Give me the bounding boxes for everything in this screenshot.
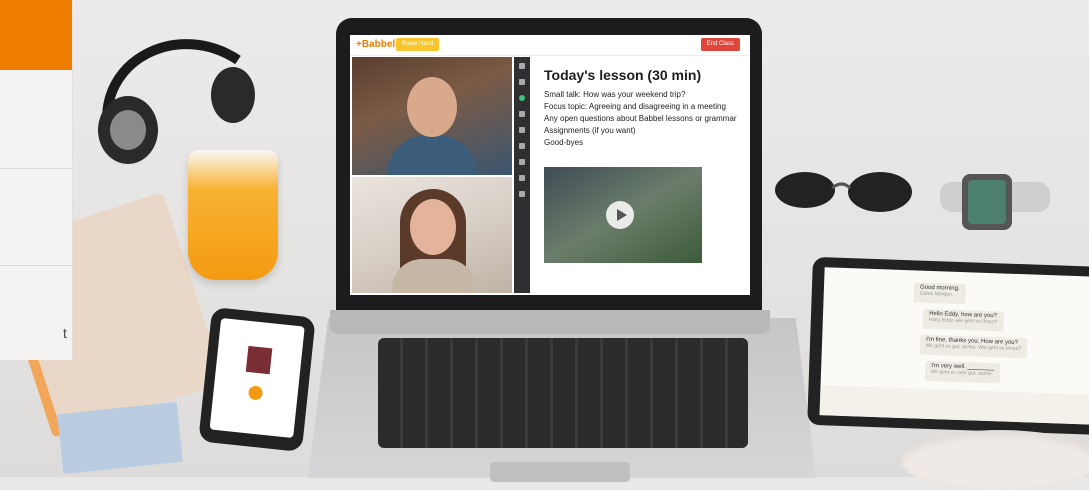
agenda-item: Good-byes (544, 138, 584, 147)
phone-record-button[interactable] (247, 385, 264, 401)
coffee-cup (900, 430, 1089, 490)
tutor-video (352, 57, 512, 175)
raise-hand-button[interactable]: Raise Hand (396, 38, 440, 51)
student-video (352, 177, 512, 293)
end-class-button[interactable]: End Class (700, 38, 740, 51)
app-topbar: +Babbel Raise Hand End Class (350, 35, 750, 56)
pen-icon[interactable] (519, 111, 525, 117)
agenda-item: Any open questions about Babbel lessons … (544, 114, 737, 123)
brush-icon[interactable] (519, 175, 525, 181)
lesson-title: Today's lesson (30 min) (544, 67, 702, 83)
camera-icon[interactable] (519, 191, 525, 197)
circle-icon[interactable] (519, 95, 525, 101)
side-panel: t (0, 0, 73, 360)
chat-message: I'm fine, thanks you. How are you? Mir ge… (919, 334, 1028, 359)
chat-message: Hello Eddy, how are you? Hallo Eddy, wie … (922, 308, 1004, 332)
tablet-screen: Good morning. Guten Morgen. Hello Eddy, h… (819, 267, 1089, 425)
headphones-icon (98, 39, 255, 164)
sunglasses-icon (775, 172, 912, 212)
agenda-item: Focus topic: Agreeing and disagreeing in… (544, 102, 726, 111)
lesson-content: Today's lesson (30 min) Small talk: How … (544, 67, 750, 149)
smartphone (198, 306, 316, 453)
phone-image (245, 345, 273, 375)
chat-message: I'm very well. ________ Mir geht es sehr … (924, 360, 1001, 384)
tablet-keyboard[interactable] (819, 385, 1089, 425)
whiteboard-toolbar (514, 57, 530, 293)
smartwatch-icon (940, 174, 1050, 230)
laptop-hinge (330, 310, 770, 334)
product-scene: +Babbel Raise Hand End Class Today's les… (0, 0, 1089, 490)
agenda-item: Small talk: How was your weekend trip? (544, 90, 686, 99)
laptop-keyboard (378, 338, 748, 448)
arrow-icon[interactable] (519, 63, 525, 69)
agenda-item: Assignments (if you want) (544, 126, 636, 135)
orange-juice-glass (188, 150, 278, 280)
student-face (410, 199, 456, 255)
square-icon[interactable] (519, 79, 525, 85)
tutor-body (387, 135, 477, 175)
panel-divider (0, 168, 72, 169)
play-icon[interactable] (606, 201, 634, 229)
student-body (392, 259, 476, 293)
plus-icon[interactable] (519, 159, 525, 165)
panel-divider (0, 265, 72, 266)
text-icon[interactable] (519, 127, 525, 133)
laptop-screen: +Babbel Raise Hand End Class Today's les… (350, 35, 750, 295)
laptop-trackpad (490, 462, 630, 482)
tablet: Good morning. Guten Morgen. Hello Eddy, h… (807, 256, 1089, 436)
panel-accent-bar (0, 0, 72, 70)
babbel-logo: +Babbel (356, 39, 396, 50)
tutor-face (407, 77, 457, 137)
sticky-note (57, 401, 183, 475)
video-thumbnail[interactable] (544, 167, 702, 263)
image-icon[interactable] (519, 143, 525, 149)
panel-text-fragment: t (63, 325, 67, 341)
chat-message: Good morning. Guten Morgen. (913, 282, 966, 305)
phone-screen (209, 317, 305, 439)
